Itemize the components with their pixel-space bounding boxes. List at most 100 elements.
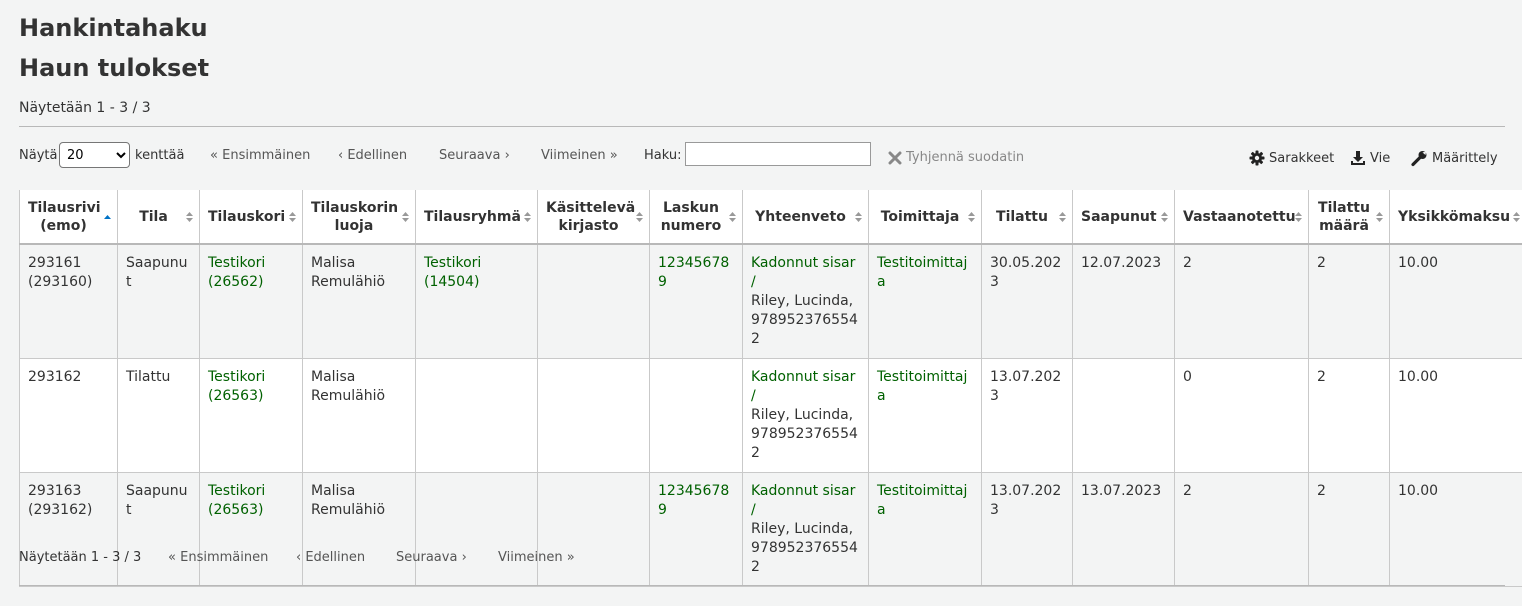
basket-link[interactable]: Testikori (26563) (208, 369, 265, 404)
configure-button[interactable]: Määrittely (1411, 150, 1498, 167)
sort-icon (524, 211, 531, 222)
received-cell: 2 (1174, 244, 1309, 359)
summary-cell: Kadonnut sisar / Riley, Lucinda, 97895237… (742, 358, 869, 473)
column-header[interactable]: Vastaanotettu (1174, 190, 1309, 245)
column-header[interactable]: Saapunut (1072, 190, 1175, 245)
sort-icon (1376, 211, 1383, 222)
show-label: Näytä (19, 148, 58, 163)
entries-label: kenttää (135, 148, 185, 163)
double-chevron-left-icon: « (210, 148, 218, 163)
first-page-button[interactable]: « Ensimmäinen (168, 550, 268, 565)
wrench-icon (1411, 151, 1427, 167)
divider (19, 126, 1505, 127)
divider (19, 585, 1505, 586)
page-length-select[interactable]: 20 (59, 142, 130, 168)
ordered-date-cell: 30.05.2023 (981, 244, 1073, 359)
summary-cell: Kadonnut sisar / Riley, Lucinda, 97895237… (742, 472, 869, 587)
download-icon (1351, 151, 1365, 165)
status-cell: Saapunut (117, 244, 200, 359)
results-heading: Haun tulokset (19, 54, 210, 82)
sort-icon (1059, 211, 1066, 222)
column-header[interactable]: Tilauskori (199, 190, 303, 245)
ordered-date-cell: 13.07.2023 (981, 358, 1073, 473)
library-cell (537, 472, 650, 587)
previous-page-button[interactable]: ‹ Edellinen (296, 550, 365, 565)
vendor-link[interactable]: Testitoimittaja (877, 369, 967, 404)
ordered-date-cell: 13.07.2023 (981, 472, 1073, 587)
received-cell: 0 (1174, 358, 1309, 473)
title-link[interactable]: Kadonnut sisar / (751, 255, 855, 290)
unitprice-cell: 10.00 (1389, 244, 1522, 359)
columns-button[interactable]: Sarakkeet (1249, 150, 1334, 166)
sort-ascending-icon (104, 214, 111, 219)
sort-icon (1295, 211, 1302, 222)
column-header[interactable]: Käsittelevä kirjasto (537, 190, 650, 245)
results-info-bottom: Näytetään 1 - 3 / 3 (19, 550, 142, 565)
sort-icon (289, 211, 296, 222)
summary-details: Riley, Lucinda, 9789523765542 (751, 293, 858, 347)
unitprice-cell: 10.00 (1389, 358, 1522, 473)
column-header[interactable]: Tilausrivi (emo) (19, 190, 118, 245)
double-chevron-right-icon: » (566, 550, 575, 565)
sort-icon (636, 211, 643, 222)
close-icon (888, 151, 902, 164)
last-page-button[interactable]: Viimeinen » (541, 148, 618, 163)
basketgroup-link[interactable]: Testikori (14504) (424, 255, 481, 290)
results-info: Näytetään 1 - 3 / 3 (19, 100, 151, 116)
invoice-link[interactable]: 123456789 (658, 483, 729, 518)
first-page-button[interactable]: « Ensimmäinen (210, 148, 310, 163)
column-header[interactable]: Yksikkömaksu (1389, 190, 1522, 245)
search-input[interactable] (685, 142, 871, 166)
previous-page-button[interactable]: ‹ Edellinen (338, 148, 407, 163)
summary-details: Riley, Lucinda, 9789523765542 (751, 407, 858, 461)
bottom-pager: Näytetään 1 - 3 / 3 « Ensimmäinen ‹ Edel… (19, 550, 575, 565)
creator-cell: Malisa Remulähiö (302, 472, 416, 587)
status-cell: Saapunut (117, 472, 200, 587)
basket-link[interactable]: Testikori (26562) (208, 255, 265, 290)
next-page-button[interactable]: Seuraava › (439, 148, 510, 163)
chevron-right-icon: › (504, 148, 510, 163)
table-toolbar: Näytä 20 kenttää « Ensimmäinen ‹ Edellin… (19, 142, 1505, 172)
column-header[interactable]: Tilattu määrä (1308, 190, 1390, 245)
table-row: 293162 Tilattu Testikori (26563) Malisa … (19, 358, 1522, 473)
column-header[interactable]: Toimittaja (868, 190, 982, 245)
vendor-link[interactable]: Testitoimittaja (877, 483, 967, 518)
column-header[interactable]: Tila (117, 190, 200, 245)
chevron-left-icon: ‹ (338, 148, 344, 163)
results-table: Tilausrivi (emo) Tila Tilauskori Tilausk… (19, 190, 1522, 587)
header-row: Tilausrivi (emo) Tila Tilauskori Tilausk… (19, 190, 1522, 245)
table-row: 293161 (293160) Saapunut Testikori (2656… (19, 244, 1522, 359)
orderline-cell: 293163 (293162) (19, 472, 118, 587)
column-header[interactable]: Yhteenveto (742, 190, 869, 245)
column-header[interactable]: Tilausryhmä (415, 190, 538, 245)
arrived-date-cell (1072, 358, 1175, 473)
sort-icon (855, 211, 862, 222)
arrived-date-cell: 12.07.2023 (1072, 244, 1175, 359)
chevron-left-icon: ‹ (296, 550, 302, 565)
column-header[interactable]: Laskun numero (649, 190, 743, 245)
creator-cell: Malisa Remulähiö (302, 358, 416, 473)
sort-icon (1161, 211, 1168, 222)
creator-cell: Malisa Remulähiö (302, 244, 416, 359)
sort-icon (968, 211, 975, 222)
column-header[interactable]: Tilattu (981, 190, 1073, 245)
export-button[interactable]: Vie (1350, 150, 1390, 166)
column-header[interactable]: Tilauskorin luoja (302, 190, 416, 245)
orderline-cell: 293161 (293160) (19, 244, 118, 359)
title-link[interactable]: Kadonnut sisar / (751, 483, 855, 518)
received-cell: 2 (1174, 472, 1309, 587)
title-link[interactable]: Kadonnut sisar / (751, 369, 855, 404)
next-page-button[interactable]: Seuraava › (396, 550, 467, 565)
quantity-cell: 2 (1308, 244, 1390, 359)
summary-cell: Kadonnut sisar / Riley, Lucinda, 97895237… (742, 244, 869, 359)
basket-link[interactable]: Testikori (26563) (208, 483, 265, 518)
double-chevron-right-icon: » (609, 148, 618, 163)
clear-filter-button[interactable]: Tyhjennä suodatin (888, 150, 1024, 165)
search-label: Haku: (644, 148, 682, 163)
table-row: 293163 (293162) Saapunut Testikori (2656… (19, 472, 1522, 587)
invoice-link[interactable]: 123456789 (658, 255, 729, 290)
last-page-button[interactable]: Viimeinen » (498, 550, 575, 565)
arrived-date-cell: 13.07.2023 (1072, 472, 1175, 587)
library-cell (537, 358, 650, 473)
vendor-link[interactable]: Testitoimittaja (877, 255, 967, 290)
